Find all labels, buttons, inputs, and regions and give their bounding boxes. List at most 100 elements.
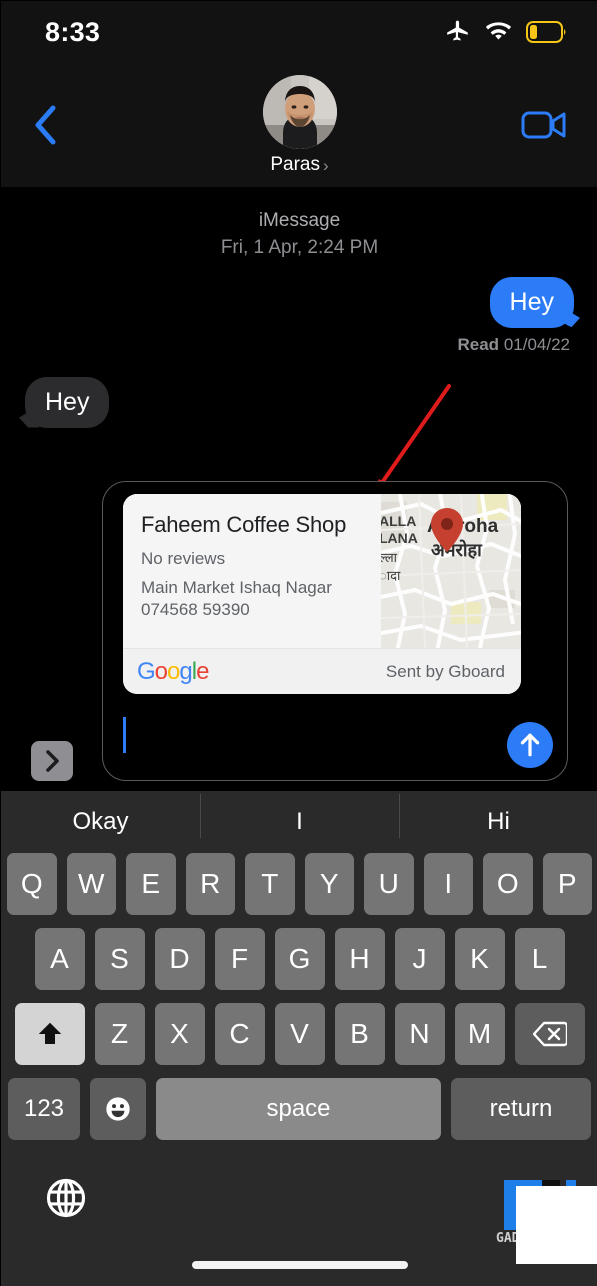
key-k[interactable]: K — [454, 928, 505, 990]
status-bar-time: 8:33 — [45, 16, 101, 47]
emoji-smiley-icon — [106, 1097, 130, 1121]
numbers-key[interactable]: 123 — [8, 1078, 80, 1140]
google-logo: Google — [137, 657, 209, 686]
svg-text:ALLA: ALLA — [381, 513, 416, 529]
status-bar-icons — [445, 19, 568, 45]
key-i[interactable]: I — [423, 853, 473, 915]
message-bubble-received[interactable]: Hey — [25, 376, 110, 428]
key-y[interactable]: Y — [304, 853, 354, 915]
key-m[interactable]: M — [454, 1003, 505, 1065]
home-indicator — [191, 1261, 408, 1269]
wifi-icon — [485, 21, 512, 39]
status-bar: 8:33 — [1, 1, 597, 63]
chat-header: Paras › — [1, 63, 597, 187]
facetime-button[interactable] — [516, 109, 572, 141]
space-key[interactable]: space — [156, 1078, 441, 1140]
contact-name-row[interactable]: Paras › — [270, 154, 328, 176]
arrow-up-icon — [520, 733, 540, 757]
message-bubble-sent[interactable]: Hey — [489, 277, 574, 328]
svg-text:LANA: LANA — [381, 530, 418, 546]
send-button[interactable] — [507, 722, 553, 768]
chevron-left-icon — [35, 105, 56, 145]
google-letter-e: e — [196, 657, 209, 685]
video-camera-icon — [521, 111, 566, 139]
place-reviews: No reviews — [141, 549, 226, 569]
key-t[interactable]: T — [245, 853, 295, 915]
key-q[interactable]: Q — [7, 853, 57, 915]
google-place-card[interactable]: Faheem Coffee Shop No reviews Main Marke… — [123, 494, 521, 694]
airplane-mode-icon — [447, 20, 468, 41]
backspace-key[interactable] — [514, 1003, 585, 1065]
battery-low-icon — [526, 21, 566, 43]
key-u[interactable]: U — [364, 853, 414, 915]
conversation-date: Fri, 1 Apr, 2:24 PM — [220, 237, 379, 258]
key-b[interactable]: B — [334, 1003, 385, 1065]
message-row-outgoing: Hey — [1, 277, 597, 328]
read-receipt: Read 01/04/22 — [1, 328, 597, 355]
place-address: Main Market Ishaq Nagar — [141, 578, 332, 598]
avatar-photo — [262, 75, 337, 149]
keyboard-row-1: Q W E R T Y U I O P — [1, 853, 597, 915]
globe-key[interactable] — [45, 1177, 87, 1224]
key-d[interactable]: D — [154, 928, 205, 990]
keyboard: Okay I Hi Q W E R T Y U I O P A S D F G … — [1, 791, 597, 1286]
conversation-timestamp: iMessage Fri, 1 Apr, 2:24 PM — [1, 187, 597, 261]
place-card-info: Faheem Coffee Shop No reviews Main Marke… — [123, 494, 381, 648]
read-date: 01/04/22 — [503, 334, 570, 354]
suggestion-0[interactable]: Okay — [1, 808, 200, 836]
return-key[interactable]: return — [451, 1078, 591, 1140]
shift-key[interactable] — [14, 1003, 85, 1065]
key-s[interactable]: S — [94, 928, 145, 990]
suggestion-2[interactable]: Hi — [399, 794, 597, 838]
key-f[interactable]: F — [214, 928, 265, 990]
backspace-icon — [532, 1021, 567, 1047]
place-phone: 074568 59390 — [141, 599, 250, 619]
map-graphic: ALLA LANA ल्ला ादा A roha अमरोहा — [381, 494, 521, 648]
contact-name: Paras — [270, 154, 320, 175]
google-letter-g2: g — [179, 657, 192, 685]
svg-text:roha: roha — [457, 516, 499, 537]
emoji-key[interactable] — [90, 1078, 146, 1140]
read-label: Read — [457, 334, 500, 354]
key-o[interactable]: O — [483, 853, 533, 915]
expand-apps-button[interactable] — [31, 741, 73, 781]
suggestion-bar: Okay I Hi — [1, 791, 597, 853]
avatar[interactable] — [262, 75, 337, 149]
back-button[interactable] — [25, 103, 67, 147]
svg-text:ादा: ादा — [381, 569, 401, 584]
key-h[interactable]: H — [334, 928, 385, 990]
key-v[interactable]: V — [274, 1003, 325, 1065]
svg-text:ल्ला: ल्ला — [381, 551, 398, 566]
keyboard-row-3: Z X C V B N M — [1, 1003, 597, 1065]
suggestion-1[interactable]: I — [200, 794, 399, 838]
sent-by-label: Sent by Gboard — [385, 661, 505, 681]
key-c[interactable]: C — [214, 1003, 265, 1065]
key-e[interactable]: E — [126, 853, 176, 915]
key-r[interactable]: R — [185, 853, 235, 915]
key-x[interactable]: X — [154, 1003, 205, 1065]
shift-up-arrow-icon — [38, 1022, 61, 1044]
svg-text:अमरोहा: अमरोहा — [431, 539, 483, 561]
key-z[interactable]: Z — [94, 1003, 145, 1065]
key-w[interactable]: W — [66, 853, 116, 915]
place-card-footer: Google Sent by Gboard — [123, 648, 521, 694]
text-cursor — [123, 717, 126, 753]
map-thumbnail[interactable]: ALLA LANA ल्ला ादा A roha अमरोहा — [381, 494, 521, 648]
chevron-right-icon — [46, 750, 59, 772]
key-g[interactable]: G — [274, 928, 325, 990]
key-j[interactable]: J — [394, 928, 445, 990]
keyboard-row-4: 123 space return — [1, 1078, 597, 1140]
compose-box[interactable]: Faheem Coffee Shop No reviews Main Marke… — [102, 481, 568, 781]
key-n[interactable]: N — [394, 1003, 445, 1065]
google-letter-g1: G — [137, 657, 156, 685]
key-p[interactable]: P — [542, 853, 592, 915]
globe-language-icon — [46, 1178, 86, 1217]
key-a[interactable]: A — [34, 928, 85, 990]
message-row-incoming: Hey — [1, 376, 597, 428]
service-label: iMessage — [258, 210, 341, 231]
watermark-cover — [516, 1186, 597, 1264]
place-card-body: Faheem Coffee Shop No reviews Main Marke… — [123, 494, 521, 648]
contact-block[interactable]: Paras › — [262, 75, 337, 176]
keyboard-row-2: A S D F G H J K L — [1, 928, 597, 990]
key-l[interactable]: L — [514, 928, 565, 990]
